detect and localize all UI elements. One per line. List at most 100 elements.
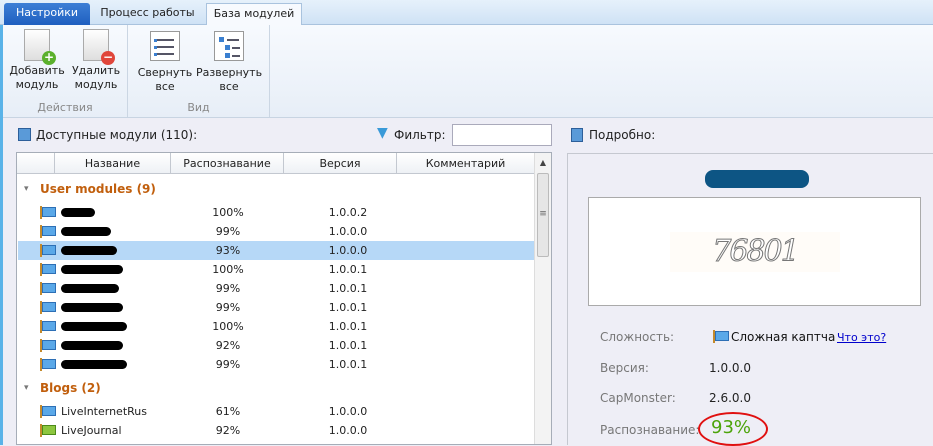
flag-icon [713, 330, 729, 343]
column-header-recognition[interactable]: Распознавание [171, 153, 284, 174]
modules-title: Доступные модули (110): [36, 128, 198, 142]
table-row[interactable]: 100% 1.0.0.1 [18, 317, 535, 336]
version-cell: 1.0.0.1 [328, 339, 368, 352]
column-header-comment[interactable]: Комментарий [397, 153, 535, 174]
tab-bar: Настройки Процесс работы База модулей [0, 0, 933, 26]
group-header[interactable]: ▾ Blogs (2) [18, 379, 535, 398]
redacted-name [61, 246, 117, 255]
details-panel: 76801 Сложность: Сложная каптча Что это?… [567, 153, 933, 446]
version-cell: 1.0.0.1 [328, 263, 368, 276]
group-label-view: Вид [187, 101, 210, 114]
recognition-cell: 92% [215, 424, 241, 437]
version-cell: 1.0.0.1 [328, 320, 368, 333]
scrollbar[interactable]: ▲ ≡ [534, 153, 551, 444]
recognition-value: 93% [711, 417, 752, 438]
recognition-label: Распознавание: [600, 423, 700, 437]
redacted-name [61, 322, 127, 331]
recognition-cell: 99% [215, 225, 241, 238]
flag-icon [40, 263, 56, 276]
version-cell: 1.0.0.1 [328, 282, 368, 295]
tab-settings[interactable]: Настройки [4, 3, 90, 25]
recognition-cell: 92% [215, 339, 241, 352]
modules-icon [18, 128, 31, 144]
delete-module-button[interactable]: − Удалить модуль [66, 29, 126, 92]
collapse-all-button[interactable]: Свернуть все [134, 29, 196, 94]
details-title: Подробно: [589, 128, 656, 142]
filter-label: Фильтр: [394, 128, 446, 142]
flag-icon [40, 244, 56, 257]
redacted-name [61, 360, 127, 369]
redacted-name [61, 284, 119, 293]
table-row[interactable]: 100% 1.0.0.2 [18, 203, 535, 222]
recognition-cell: 61% [215, 405, 241, 418]
redacted-name [61, 227, 111, 236]
actions-group: + Добавить модуль − Удалить модуль Дейст… [3, 25, 128, 117]
recognition-cell: 100% [212, 320, 244, 333]
flag-icon [40, 339, 56, 352]
flag-icon [40, 301, 56, 314]
capmonster-value: 2.6.0.0 [709, 391, 751, 405]
version-cell: 1.0.0.1 [328, 301, 368, 314]
capmonster-label: CapMonster: [600, 391, 676, 405]
column-header-icon[interactable] [17, 153, 55, 174]
view-group: Свернуть все Развернуть все Вид [128, 25, 270, 117]
redacted-name [61, 265, 123, 274]
table-row[interactable]: LiveInternetRus 61% 1.0.0.0 [18, 402, 535, 421]
redacted-name [61, 208, 95, 217]
table-row[interactable]: LiveJournal 92% 1.0.0.0 [18, 421, 535, 440]
redacted-name [61, 303, 123, 312]
version-cell: 1.0.0.0 [328, 225, 368, 238]
scroll-up-icon[interactable]: ▲ [535, 158, 551, 167]
column-header-name[interactable]: Название [55, 153, 171, 174]
flag-icon [40, 358, 56, 371]
captcha-sample-box: 76801 [588, 197, 921, 306]
filter-input[interactable] [452, 124, 552, 146]
table-row[interactable]: 93% 1.0.0.0 [18, 241, 535, 260]
chevron-down-icon[interactable]: ▾ [24, 379, 29, 398]
module-name: LiveInternetRus [61, 405, 147, 418]
version-cell: 1.0.0.1 [328, 358, 368, 371]
recognition-cell: 100% [212, 206, 244, 219]
flag-icon [40, 225, 56, 238]
table-row[interactable]: 99% 1.0.0.1 [18, 355, 535, 374]
table-row[interactable]: 99% 1.0.0.1 [18, 279, 535, 298]
version-label: Версия: [600, 361, 649, 375]
details-icon [571, 128, 583, 145]
ribbon: + Добавить модуль − Удалить модуль Дейст… [3, 25, 933, 118]
scroll-thumb[interactable]: ≡ [537, 173, 549, 257]
flag-icon [40, 424, 56, 437]
redacted-module-name [705, 170, 809, 188]
group-header[interactable]: ▾ User modules (9) [18, 180, 535, 199]
delete-document-icon: − [83, 29, 115, 65]
filter-icon: ▼ [377, 125, 388, 141]
table-row[interactable]: 99% 1.0.0.0 [18, 222, 535, 241]
whats-this-link[interactable]: Что это? [837, 331, 886, 344]
table-row[interactable]: 92% 1.0.0.1 [18, 336, 535, 355]
version-cell: 1.0.0.0 [328, 424, 368, 437]
recognition-cell: 99% [215, 301, 241, 314]
tab-workflow[interactable]: Процесс работы [95, 3, 200, 25]
add-document-icon: + [24, 29, 56, 65]
module-name: LiveJournal [61, 424, 122, 437]
version-value: 1.0.0.0 [709, 361, 751, 375]
table-row[interactable]: 99% 1.0.0.1 [18, 298, 535, 317]
add-module-button[interactable]: + Добавить модуль [7, 29, 67, 92]
recognition-cell: 100% [212, 263, 244, 276]
captcha-image: 76801 [670, 232, 840, 272]
flag-icon [40, 405, 56, 418]
redacted-name [61, 341, 123, 350]
complexity-label: Сложность: [600, 330, 675, 344]
recognition-cell: 93% [215, 244, 241, 257]
list-icon [150, 31, 180, 61]
complexity-value: Сложная каптча [731, 330, 836, 344]
column-header-version[interactable]: Версия [284, 153, 397, 174]
group-label: User modules (9) [40, 182, 156, 196]
version-cell: 1.0.0.2 [328, 206, 368, 219]
version-cell: 1.0.0.0 [328, 405, 368, 418]
chevron-down-icon[interactable]: ▾ [24, 180, 29, 199]
flag-icon [40, 206, 56, 219]
expand-all-button[interactable]: Развернуть все [196, 29, 262, 94]
group-label-actions: Действия [37, 101, 93, 114]
table-row[interactable]: 100% 1.0.0.1 [18, 260, 535, 279]
tab-module-base[interactable]: База модулей [206, 3, 302, 26]
